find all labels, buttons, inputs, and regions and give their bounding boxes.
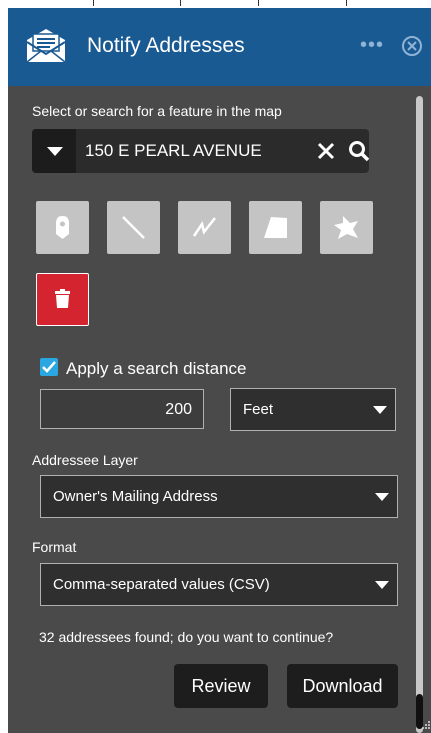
distance-unit-select[interactable]: Feet [230,388,396,431]
feature-search-input[interactable]: 150 E PEARL AVENUE [85,141,262,161]
more-icon[interactable]: ••• [360,34,384,57]
map-tick [93,0,94,6]
search-icon[interactable] [348,140,370,162]
delete-button[interactable] [36,273,89,326]
status-message: 32 addressees found; do you want to cont… [39,629,334,645]
trash-icon [55,289,70,308]
envelope-icon [26,29,66,63]
review-button[interactable]: Review [174,664,268,708]
freehand-polygon-tool-icon [334,216,358,239]
polyline-tool-button[interactable] [178,201,231,254]
polyline-tool-icon [192,217,216,237]
search-distance-label[interactable]: Apply a search distance [66,359,247,379]
map-top-strip [0,0,431,8]
dropdown-arrow-icon[interactable] [32,129,76,173]
freehand-polygon-tool-button[interactable] [320,201,373,254]
polygon-tool-button[interactable] [249,201,302,254]
point-tool-icon [56,216,69,239]
download-button[interactable]: Download [287,664,398,708]
distance-input[interactable]: 200 [40,389,204,429]
close-icon[interactable] [402,36,422,56]
polygon-tool-icon [264,217,287,238]
addressee-layer-value: Owner's Mailing Address [53,488,218,505]
map-tick [180,0,181,6]
resize-handle-icon[interactable] [422,720,431,729]
addressee-layer-select[interactable]: Owner's Mailing Address [40,475,398,518]
line-tool-icon [122,216,145,239]
addressee-layer-label: Addressee Layer [32,452,138,468]
format-select[interactable]: Comma-separated values (CSV) [40,563,398,606]
notify-addresses-panel: Notify Addresses ••• Select or search fo… [8,8,431,733]
line-tool-button[interactable] [107,201,160,254]
distance-value: 200 [165,401,192,418]
map-tick [346,0,347,6]
chevron-down-icon [373,406,387,414]
clear-icon[interactable] [316,141,336,161]
select-feature-label: Select or search for a feature in the ma… [32,103,282,119]
checkmark-icon [42,361,56,373]
point-tool-button[interactable] [36,201,89,254]
distance-unit-value: Feet [243,401,274,418]
panel-header: Notify Addresses ••• [8,8,431,86]
panel-content: Select or search for a feature in the ma… [8,86,431,733]
chevron-down-icon [375,581,389,589]
format-label: Format [32,539,77,555]
chevron-down-icon [375,493,389,501]
scrollbar[interactable] [416,96,423,733]
map-tick [258,0,259,6]
panel-title: Notify Addresses [87,34,245,57]
search-distance-checkbox[interactable] [40,358,58,376]
format-value: Comma-separated values (CSV) [53,576,270,593]
feature-search-box: 150 E PEARL AVENUE [32,129,370,173]
